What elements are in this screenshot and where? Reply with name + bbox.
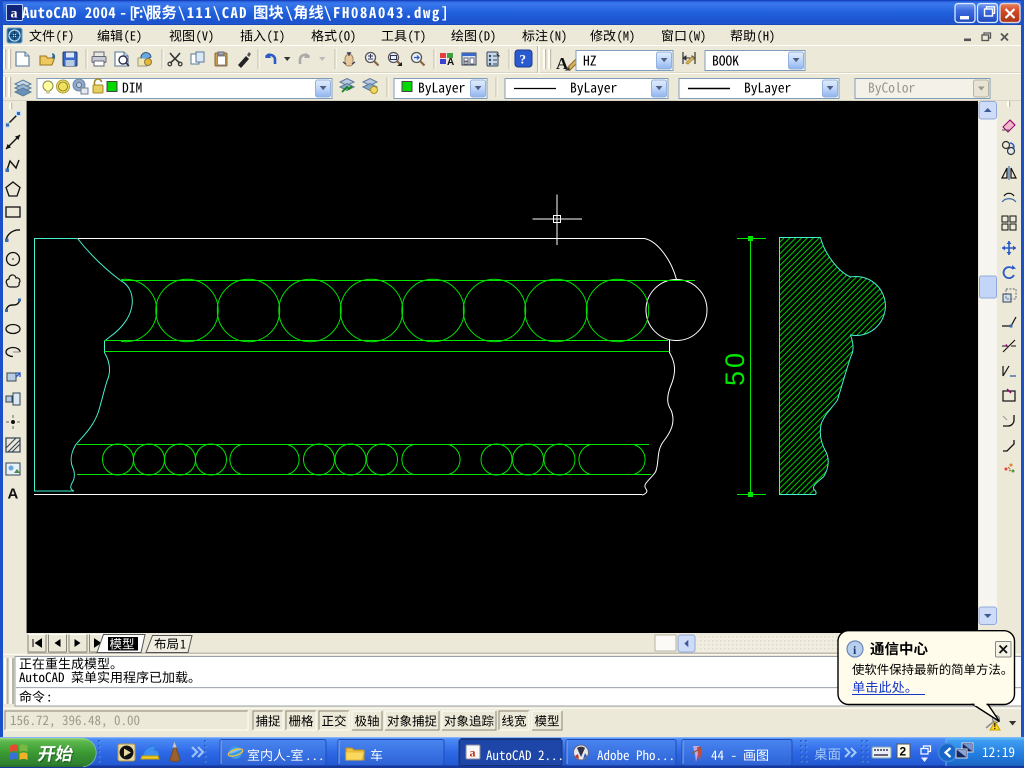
svg-text:a: a [470, 746, 476, 760]
svg-text:50: 50 [720, 350, 750, 386]
svg-text:A: A [447, 57, 454, 68]
svg-text:?: ? [520, 52, 527, 67]
svg-text:A: A [8, 486, 19, 503]
svg-text:2: 2 [900, 745, 907, 759]
svg-text:a: a [11, 7, 18, 22]
svg-text:!: ! [994, 722, 997, 731]
